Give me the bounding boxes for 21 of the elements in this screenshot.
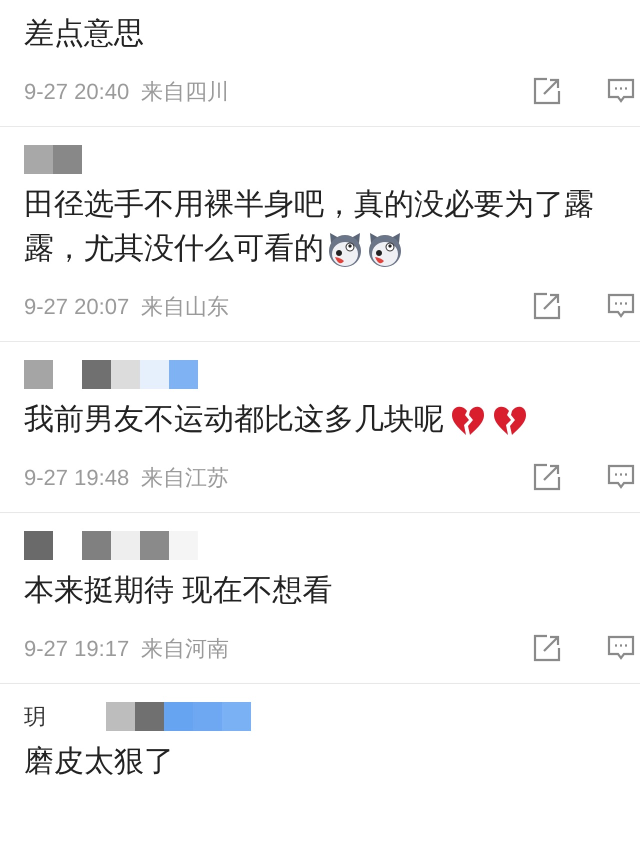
husky-face-icon bbox=[366, 231, 404, 270]
comment-location: 来自山东 bbox=[141, 292, 230, 320]
comment-time: 9-27 20:07 bbox=[24, 292, 130, 320]
share-icon[interactable] bbox=[532, 633, 562, 663]
share-icon[interactable] bbox=[532, 462, 562, 492]
comment-text: 磨皮太狠了 bbox=[23, 744, 175, 780]
comment-text: 田径选手不用裸半身吧，真的没必要为了露露，尤其没什么可看的 bbox=[0, 183, 640, 271]
comment-text: 差点意思 bbox=[23, 16, 145, 52]
comment-location: 来自江苏 bbox=[141, 464, 230, 492]
husky-face-icon bbox=[326, 231, 364, 270]
comment-location: 来自河南 bbox=[141, 634, 230, 662]
comment-time: 9-27 19:17 bbox=[24, 634, 130, 662]
comment-location: 来自四川 bbox=[141, 78, 230, 106]
comment-text: 本来挺期待 现在不想看 bbox=[23, 573, 334, 609]
comment-text: 我前男友不运动都比这多几块呢 bbox=[0, 398, 640, 442]
username[interactable]: 玥 bbox=[24, 700, 46, 732]
share-icon[interactable] bbox=[532, 76, 562, 106]
share-icon[interactable] bbox=[532, 291, 562, 321]
comment-time: 9-27 20:40 bbox=[24, 78, 130, 106]
blurred-username-drawing bbox=[24, 144, 82, 174]
comment-time: 9-27 19:48 bbox=[24, 464, 130, 492]
